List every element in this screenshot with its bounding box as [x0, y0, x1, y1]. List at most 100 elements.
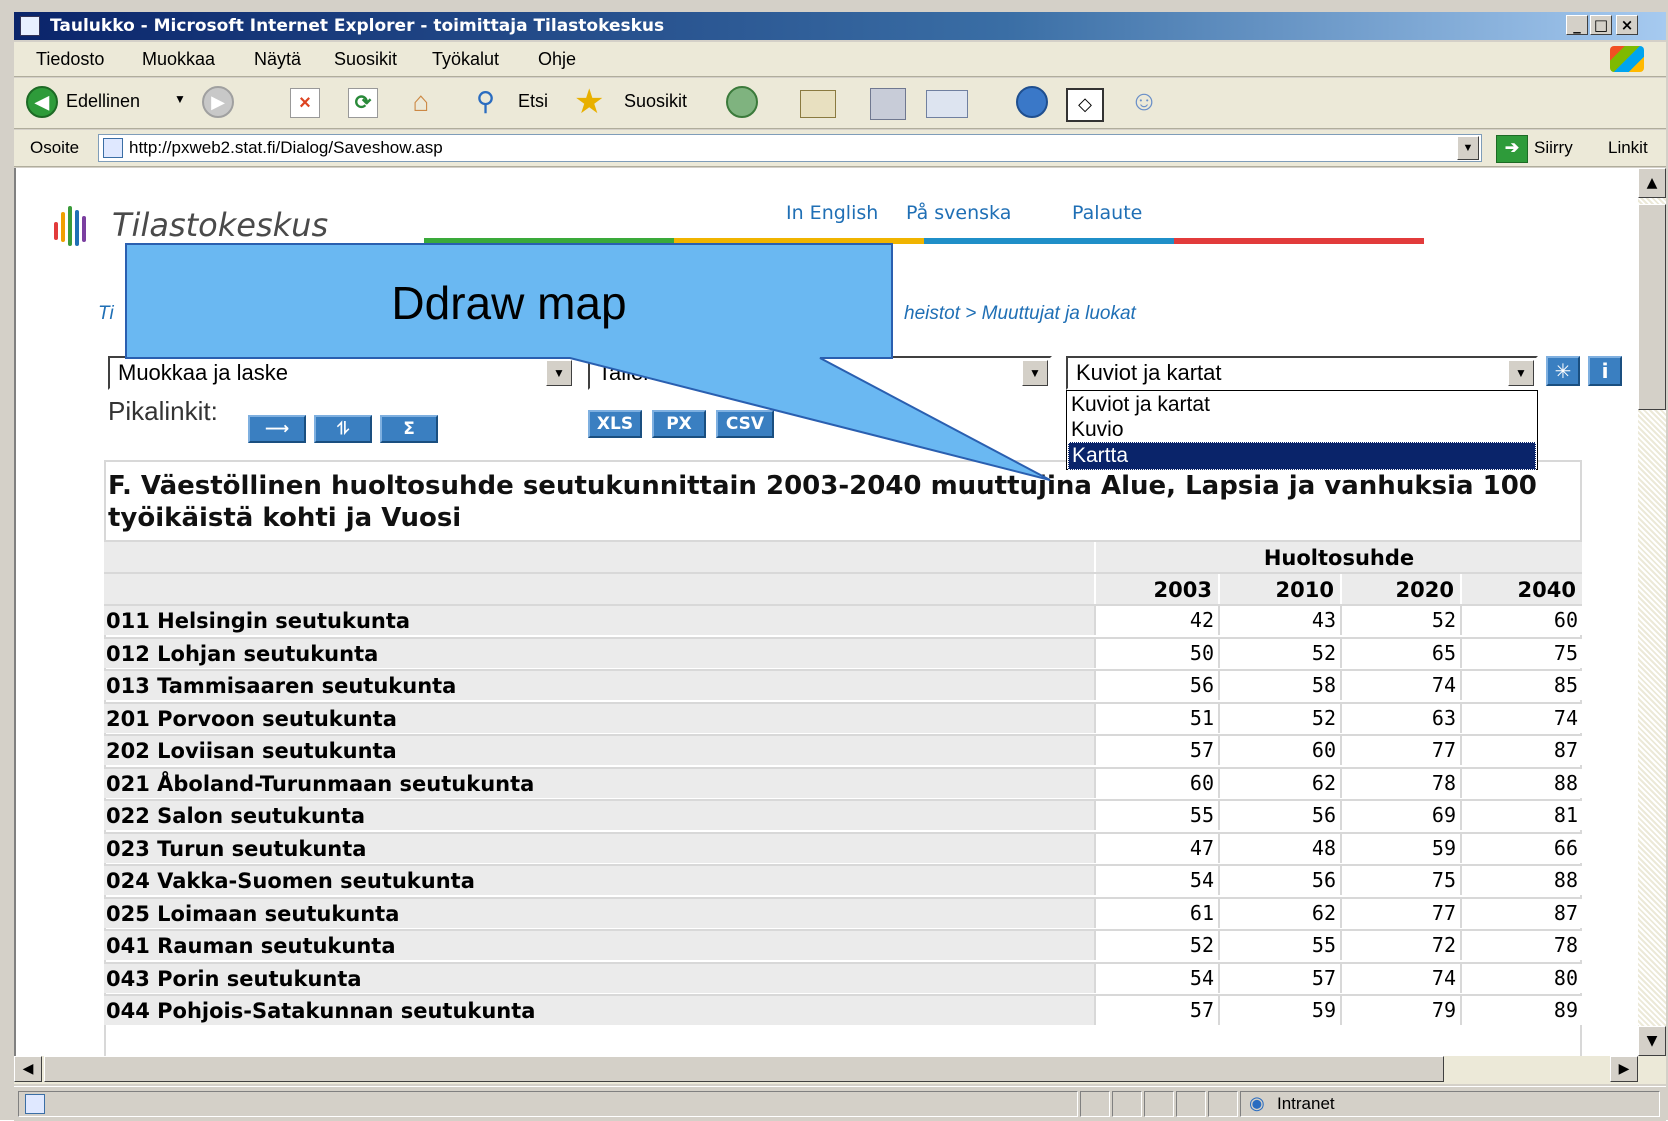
stop-button[interactable]: ×: [290, 88, 320, 118]
sum-button[interactable]: Σ: [380, 415, 438, 443]
select-save[interactable]: Tallenna ▼: [588, 356, 1052, 390]
back-button[interactable]: ◀ Edellinen ▼: [26, 86, 186, 118]
year-header: 2020: [1340, 574, 1460, 606]
row-value: 77: [1340, 736, 1460, 765]
home-button[interactable]: ⌂: [404, 86, 438, 118]
scroll-up-button[interactable]: ▲: [1638, 168, 1666, 198]
scroll-right-button[interactable]: ▶: [1610, 1056, 1638, 1082]
history-icon[interactable]: [726, 86, 758, 118]
scroll-left-button[interactable]: ◀: [14, 1056, 42, 1082]
zone-label: Intranet: [1277, 1094, 1335, 1113]
link-palaute[interactable]: Palaute: [1072, 202, 1142, 224]
menu-bar: Tiedosto Muokkaa Näytä Suosikit Työkalut…: [14, 42, 1666, 77]
breadcrumb-start[interactable]: Ti: [98, 303, 114, 325]
year-header: 2040: [1460, 574, 1582, 606]
menu-edit[interactable]: Muokkaa: [142, 49, 215, 70]
search-label: Etsi: [518, 91, 549, 111]
link-pa-svenska[interactable]: På svenska: [906, 202, 1011, 224]
dropdown-option-map[interactable]: Kartta: [1068, 442, 1536, 470]
row-value: 58: [1218, 671, 1340, 700]
table-title: F. Väestöllinen huoltosuhde seutukunnitt…: [108, 471, 1537, 533]
horizontal-scrollbar[interactable]: ◀ ▶: [14, 1056, 1666, 1084]
horizontal-scroll-thumb[interactable]: [44, 1056, 1444, 1082]
scroll-down-button[interactable]: ▼: [1638, 1026, 1666, 1056]
table-row: 023 Turun seutukunta 47 48 59 66: [104, 831, 1582, 863]
chevron-down-icon[interactable]: ▼: [546, 360, 572, 386]
breadcrumb[interactable]: heistot > Muuttujat ja luokat: [904, 303, 1136, 325]
close-button[interactable]: ×: [1616, 15, 1638, 35]
status-cell: [1176, 1091, 1206, 1117]
callout-text: Ddraw map: [391, 277, 627, 329]
color-strip-blue: [924, 238, 1174, 244]
go-arrow-icon[interactable]: ➔: [1496, 135, 1528, 163]
select-edit-calculate[interactable]: Muokkaa ja laske ▼: [108, 356, 576, 390]
row-value: 47: [1094, 833, 1218, 863]
row-value: 74: [1460, 703, 1582, 733]
row-value: 88: [1460, 866, 1582, 895]
px-button[interactable]: PX: [652, 410, 706, 438]
table-header-years: 2003 2010 2020 2040: [104, 572, 1582, 606]
site-logo[interactable]: Tilastokeskus: [112, 206, 328, 244]
dropdown-option-chart[interactable]: Kuvio: [1071, 417, 1124, 443]
menu-help[interactable]: Ohje: [538, 49, 576, 70]
forward-button[interactable]: ▶: [202, 86, 234, 118]
year-header: 2010: [1218, 574, 1340, 606]
edit-icon[interactable]: [926, 90, 968, 118]
row-value: 79: [1340, 996, 1460, 1025]
row-value: 75: [1340, 866, 1460, 895]
info-button[interactable]: i: [1588, 356, 1622, 386]
page-icon: [25, 1094, 45, 1114]
charts-maps-dropdown-list: Kuviot ja kartat Kuvio Kartta: [1066, 390, 1538, 470]
pivot-icon[interactable]: ⥮: [314, 415, 372, 443]
row-label: 201 Porvoon seutukunta: [104, 703, 1094, 733]
chevron-down-icon[interactable]: ▼: [1022, 360, 1048, 386]
row-value: 56: [1218, 866, 1340, 895]
table-row: 201 Porvoon seutukunta 51 52 63 74: [104, 701, 1582, 733]
select-charts-maps-value: Kuviot ja kartat: [1076, 360, 1222, 385]
xls-button[interactable]: XLS: [588, 410, 642, 438]
menu-favorites[interactable]: Suosikit: [334, 49, 397, 70]
row-value: 57: [1094, 996, 1218, 1025]
minimize-button[interactable]: _: [1566, 15, 1588, 35]
vertical-scrollbar[interactable]: ▲ ▼: [1638, 168, 1666, 1056]
csv-button[interactable]: CSV: [716, 410, 774, 438]
messenger-icon[interactable]: ☺: [1124, 84, 1164, 118]
dropdown-option-charts-maps[interactable]: Kuviot ja kartat: [1071, 392, 1210, 418]
row-label: 202 Loviisan seutukunta: [104, 736, 1094, 765]
link-in-english[interactable]: In English: [786, 202, 878, 224]
vertical-scroll-thumb[interactable]: [1638, 204, 1666, 410]
table-header-group: Huoltosuhde: [104, 540, 1582, 574]
address-input[interactable]: http://pxweb2.stat.fi/Dialog/Saveshow.as…: [98, 134, 1482, 162]
go-button[interactable]: Siirry: [1534, 138, 1573, 158]
menu-file[interactable]: Tiedosto: [36, 49, 104, 70]
address-dropdown-button[interactable]: ▼: [1457, 136, 1479, 160]
menu-view[interactable]: Näytä: [254, 49, 301, 70]
select-charts-maps[interactable]: Kuviot ja kartat ▼: [1066, 356, 1538, 390]
table-row: 021 Åboland-Turunmaan seutukunta 60 62 78 88: [104, 766, 1582, 798]
menu-tools[interactable]: Työkalut: [432, 49, 499, 70]
chevron-down-icon[interactable]: ▼: [1508, 360, 1534, 386]
table-row: 041 Rauman seutukunta 52 55 72 78: [104, 929, 1582, 960]
print-icon[interactable]: [870, 88, 906, 120]
row-label: 023 Turun seutukunta: [104, 833, 1094, 863]
color-strip-red: [1174, 238, 1424, 244]
discuss-icon[interactable]: [1016, 86, 1048, 118]
search-button[interactable]: ⚲ Etsi: [476, 86, 568, 118]
row-label: 043 Porin seutukunta: [104, 963, 1094, 993]
refresh-button[interactable]: ⟳: [348, 88, 378, 118]
arrow-right-icon[interactable]: ⟶: [248, 415, 306, 443]
security-zone: ◉ Intranet: [1240, 1091, 1660, 1117]
status-cell: [1208, 1091, 1238, 1117]
address-label: Osoite: [30, 138, 80, 157]
row-value: 65: [1340, 638, 1460, 668]
links-button[interactable]: Linkit: [1608, 138, 1648, 158]
favorites-button[interactable]: ★ Suosikit: [574, 83, 714, 121]
row-value: 57: [1218, 963, 1340, 993]
asterisk-button[interactable]: ✳: [1546, 356, 1580, 386]
row-value: 51: [1094, 703, 1218, 733]
mail-icon[interactable]: [800, 90, 836, 118]
research-icon[interactable]: ◇: [1066, 88, 1104, 122]
maximize-button[interactable]: □: [1590, 15, 1612, 35]
select-edit-calculate-value: Muokkaa ja laske: [118, 360, 288, 385]
back-arrow-icon: ◀: [26, 86, 58, 118]
